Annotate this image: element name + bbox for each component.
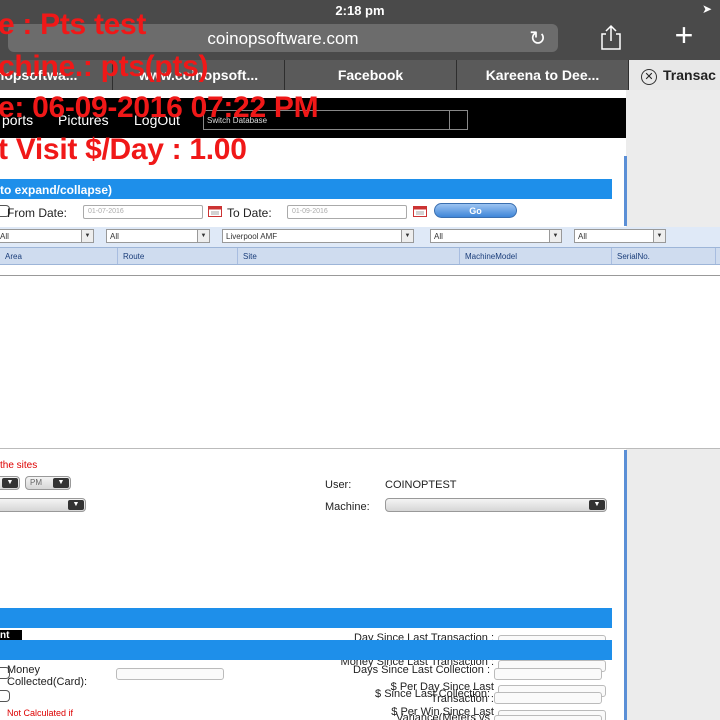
days-since-collection-field[interactable] <box>494 668 602 680</box>
hour-select[interactable]: ▼ <box>0 476 20 490</box>
share-icon[interactable] <box>598 24 624 50</box>
tab-bar: coinopsoftwa... www.coinopsoft... Facebo… <box>0 60 720 90</box>
address-bar[interactable]: coinopsoftware.com ↻ <box>8 24 558 52</box>
reload-icon[interactable]: ↻ <box>529 26 546 51</box>
tab-active[interactable]: ✕ Transac <box>628 60 720 90</box>
route-dropdown[interactable]: All ▼ <box>106 229 210 243</box>
to-date-label: To Date: <box>227 206 272 220</box>
dollar-since-collection-label: $ Since Last Collection: <box>375 688 490 700</box>
status-bar: 2:18 pm ➤ <box>0 0 720 20</box>
menu-reports[interactable]: ports <box>2 112 33 128</box>
machine-select[interactable]: ▼ <box>385 498 607 512</box>
page-content: ports Pictures LogOut Switch Database to… <box>0 90 720 720</box>
data-grid[interactable] <box>0 265 720 449</box>
go-button[interactable]: Go <box>434 203 517 218</box>
variance-field[interactable] <box>494 715 602 720</box>
tab-active-label: Transac <box>663 67 716 83</box>
filter-dropdown-row: All ▼ All ▼ Liverpool AMF ▼ All ▼ All ▼ <box>0 227 720 247</box>
column-site[interactable]: Site <box>238 248 460 264</box>
model-dropdown-value: All <box>434 232 443 241</box>
grid-header: Area Route Site MachineModel SerialNo. <box>0 247 720 265</box>
model-dropdown[interactable]: All ▼ <box>430 229 562 243</box>
to-date-input[interactable]: 01-09-2016 <box>287 205 407 219</box>
serial-dropdown[interactable]: All ▼ <box>574 229 666 243</box>
column-serial-no[interactable]: SerialNo. <box>612 248 716 264</box>
ampm-select[interactable]: PM ▼ <box>25 476 71 490</box>
from-date-label: From Date: <box>7 206 68 220</box>
from-date-input[interactable]: 01-07-2016 <box>83 205 203 219</box>
status-time: 2:18 pm <box>335 3 385 18</box>
date-filter-row: From Date: 01-07-2016 To Date: 01-09-201… <box>0 202 626 222</box>
chevron-down-icon: ▼ <box>589 500 605 510</box>
money-collected-field[interactable] <box>116 668 224 680</box>
menu-logout[interactable]: LogOut <box>134 112 180 128</box>
calendar-icon[interactable] <box>413 206 427 217</box>
close-tab-icon[interactable]: ✕ <box>641 69 657 85</box>
chevron-down-icon: ▼ <box>53 478 69 488</box>
site-dropdown[interactable]: Liverpool AMF ▼ <box>222 229 414 243</box>
address-text: coinopsoftware.com <box>207 29 359 48</box>
new-tab-icon[interactable]: + <box>668 19 700 52</box>
switch-database-label: Switch Database <box>207 116 268 125</box>
chevron-down-icon: ▼ <box>81 230 93 242</box>
dollar-since-collection-field[interactable] <box>494 692 602 704</box>
menu-pictures[interactable]: Pictures <box>58 112 109 128</box>
switch-database-toggle[interactable] <box>449 111 467 129</box>
switch-database-select[interactable]: Switch Database <box>203 110 468 130</box>
tab-2[interactable]: www.coinopsoft... <box>112 60 284 90</box>
user-value: COINOPTEST <box>385 479 457 491</box>
serial-dropdown-value: All <box>578 232 587 241</box>
area-dropdown[interactable]: All ▼ <box>0 229 94 243</box>
area-dropdown-value: All <box>0 232 9 241</box>
user-label: User: <box>325 479 352 491</box>
not-calculated-note: Not Calculated if <box>7 708 74 718</box>
chevron-down-icon: ▼ <box>2 478 18 488</box>
divider <box>624 450 627 720</box>
collection-section-header[interactable] <box>0 640 612 660</box>
money-collected-label: Money Collected(Card): <box>7 664 88 688</box>
location-arrow-icon: ➤ <box>701 2 712 16</box>
site-dropdown-value: Liverpool AMF <box>226 232 278 241</box>
top-menu-bar: ports Pictures LogOut Switch Database <box>0 98 626 138</box>
tab-3[interactable]: Facebook <box>284 60 456 90</box>
machine-label: Machine: <box>325 501 370 513</box>
days-since-collection-label: Days Since Last Collection : <box>353 664 490 676</box>
chevron-down-icon: ▼ <box>197 230 209 242</box>
chevron-down-icon: ▼ <box>401 230 413 242</box>
transaction-section-header[interactable] <box>0 608 612 628</box>
sites-note: the sites <box>0 460 38 471</box>
column-machine-model[interactable]: MachineModel <box>460 248 612 264</box>
filter-panel-header[interactable]: to expand/collapse) <box>0 179 612 199</box>
tab-4[interactable]: Kareena to Dee... <box>456 60 628 90</box>
filter-panel-header-text: to expand/collapse) <box>0 183 113 197</box>
second-checkbox[interactable] <box>0 690 10 702</box>
tab-1[interactable]: coinopsoftwa... <box>0 60 112 90</box>
variance-label: Variance(Meters vs <box>396 712 490 720</box>
route-dropdown-value: All <box>110 232 119 241</box>
chevron-down-icon: ▼ <box>549 230 561 242</box>
machine-group-select[interactable]: ▼ <box>0 498 86 512</box>
column-area[interactable]: Area <box>0 248 118 264</box>
column-route[interactable]: Route <box>118 248 238 264</box>
grid-divider <box>0 275 720 276</box>
calendar-icon[interactable] <box>208 206 222 217</box>
chevron-down-icon: ▼ <box>68 500 84 510</box>
ampm-value: PM <box>30 478 42 487</box>
screen: 2:18 pm ➤ coinopsoftware.com ↻ + coinops… <box>0 0 720 720</box>
chevron-down-icon: ▼ <box>653 230 665 242</box>
